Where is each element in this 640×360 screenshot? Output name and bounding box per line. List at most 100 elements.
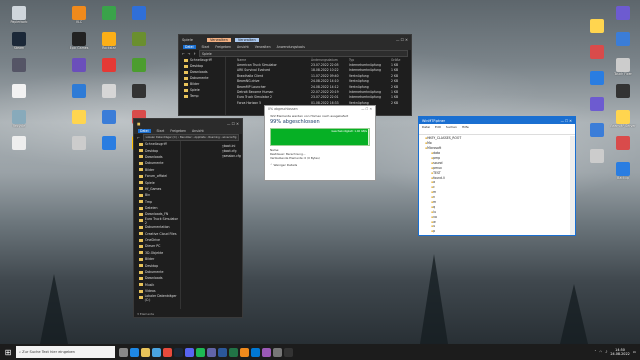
desktop-icon[interactable]	[608, 32, 638, 58]
desktop-icon[interactable]: Steam	[4, 32, 34, 58]
desktop-icon[interactable]	[64, 136, 94, 162]
desktop-icon[interactable]	[94, 6, 124, 32]
chevron-up-icon[interactable]: ˄	[595, 350, 597, 354]
menu-datei[interactable]: Datei	[422, 125, 430, 129]
word-icon[interactable]	[218, 347, 227, 357]
steam-icon[interactable]	[174, 347, 183, 357]
tab-datei[interactable]: Datei	[183, 45, 196, 49]
desktop-icon[interactable]	[124, 6, 154, 32]
terminal-icon[interactable]	[284, 347, 293, 357]
tab-ansicht[interactable]: Ansicht	[237, 45, 249, 49]
table-row[interactable]: BeamMP Launcher 24.08.2022 14:12 Verknüpfu…	[227, 84, 411, 89]
tab-laufwerkstools[interactable]: Verwalten	[255, 45, 271, 49]
table-row[interactable]: American Truck Simulator 23.07.2022 22:05…	[227, 62, 411, 67]
scrollbar[interactable]	[570, 136, 575, 235]
table-row[interactable]: ARK Survival Evolved 18.08.2022 10:22 Inte…	[227, 68, 411, 73]
desktop-icon[interactable]: Epic Games	[64, 32, 94, 58]
explorer-window-spiele[interactable]: Spiele Verwalten Verwalten — ☐ ✕ Datei S…	[178, 34, 412, 116]
desktop-icon[interactable]: Touch Fixer	[608, 58, 638, 84]
less-details-button[interactable]: ⌃ Weniger Details	[265, 161, 375, 169]
desktop-icon[interactable]	[4, 136, 34, 162]
desktop-icon[interactable]	[94, 110, 124, 136]
teams-icon[interactable]	[207, 347, 216, 357]
list-item[interactable]: ▯ session.cfg	[222, 154, 242, 159]
search-box[interactable]: ⌕ Zur Suche Text hier eingeben	[16, 346, 115, 358]
table-row[interactable]: Detroit Become Human 22.07.2022 20:19 Inte…	[227, 89, 411, 94]
forward-icon[interactable]: →	[188, 52, 191, 56]
menu-suchen[interactable]: Suchen	[446, 125, 457, 129]
desktop-icon[interactable]	[94, 84, 124, 110]
back-icon[interactable]: ←	[182, 52, 185, 56]
desktop-icon[interactable]	[124, 84, 154, 110]
tab-anwendungstools[interactable]: Anwendungstools	[277, 45, 305, 49]
desktop-icon[interactable]	[608, 84, 638, 110]
vlc-icon[interactable]	[240, 347, 249, 357]
desktop-icon[interactable]: Backup	[608, 162, 638, 188]
excel-icon[interactable]	[229, 347, 238, 357]
back-icon[interactable]: ←	[137, 136, 140, 140]
tab-start[interactable]: Start	[157, 129, 165, 133]
menu-edit[interactable]: Edit	[435, 125, 441, 129]
desktop-icon[interactable]	[64, 58, 94, 84]
desktop-icon[interactable]	[64, 84, 94, 110]
task-view-icon[interactable]	[119, 347, 128, 357]
store-icon[interactable]	[152, 347, 161, 357]
explorer-icon[interactable]	[141, 347, 150, 357]
tab-freigeben[interactable]: Freigeben	[215, 45, 231, 49]
window-controls[interactable]: — ☐ ✕	[361, 107, 372, 113]
desktop-icon[interactable]	[94, 136, 124, 162]
title-bar[interactable]: ■ — ☐ ✕	[134, 119, 242, 128]
desktop-icon[interactable]	[608, 136, 638, 162]
nav-item[interactable]: Lokaler Datenträger (C:)	[134, 294, 180, 302]
tab-verwalten[interactable]: Verwalten	[206, 37, 231, 42]
tab-freigeben[interactable]: Freigeben	[170, 129, 186, 133]
title-bar[interactable]: WinMTP.ptner — ☐ ✕	[419, 117, 575, 124]
tree-item[interactable]: ▪ p	[423, 229, 567, 233]
desktop-icon[interactable]	[124, 32, 154, 58]
copy-progress-dialog[interactable]: 0% abgeschlossen — ☐ ✕ 322 Elemente werd…	[264, 105, 376, 181]
spotify-icon[interactable]	[196, 347, 205, 357]
title-bar[interactable]: Spiele Verwalten Verwalten — ☐ ✕	[179, 35, 411, 44]
window-controls[interactable]: — ☐ ✕	[561, 119, 572, 123]
desktop-icon[interactable]	[124, 58, 154, 84]
col-size[interactable]: Größe	[391, 58, 400, 62]
desktop-icon[interactable]: Rockstar	[94, 32, 124, 58]
notification-icon[interactable]: ▭	[633, 350, 636, 354]
desktop-icon[interactable]: VLC	[64, 6, 94, 32]
address-input[interactable]: Lokaler Datenträger (C:) › Benutzer › Ap…	[142, 134, 239, 141]
desktop-icon[interactable]: BeamMP Server	[608, 110, 638, 136]
menu-hilfe[interactable]: Hilfe	[462, 125, 469, 129]
volume-icon[interactable]: ♪	[605, 350, 607, 354]
up-icon[interactable]: ↑	[193, 52, 196, 56]
tab-verwalten-2[interactable]: Verwalten	[234, 37, 259, 42]
photos-icon[interactable]	[262, 347, 271, 357]
explorer-window-wineconfig[interactable]: ■ — ☐ ✕ Datei Start Freigeben Ansicht ← …	[133, 118, 243, 318]
desktop-icon[interactable]	[4, 84, 34, 110]
desktop-icon[interactable]: Papierkorb	[4, 6, 34, 32]
desktop-icon[interactable]	[4, 58, 34, 84]
col-name[interactable]: Name	[227, 58, 311, 62]
clock[interactable]: 14:50 24.08.2022	[610, 348, 629, 356]
table-row[interactable]: Euro Truck Simulator 2 23.07.2022 22:01 In…	[227, 95, 411, 100]
tab-start[interactable]: Start	[202, 45, 210, 49]
desktop-icon[interactable]	[94, 58, 124, 84]
discord-icon[interactable]	[185, 347, 194, 357]
edge-icon[interactable]	[130, 347, 139, 357]
tree-window[interactable]: WinMTP.ptner — ☐ ✕ Datei Edit Suchen Hil…	[418, 116, 576, 236]
dialog-titlebar[interactable]: 0% abgeschlossen — ☐ ✕	[265, 106, 375, 114]
table-row[interactable]: Brawlhalla Client 11.07.2022 09:40 Verknüp…	[227, 73, 411, 78]
col-type[interactable]: Typ	[349, 58, 391, 62]
col-date[interactable]: Änderungsdatum	[311, 58, 349, 62]
desktop-icon[interactable]: Recycle	[4, 110, 34, 136]
desktop-icon[interactable]	[64, 110, 94, 136]
address-input[interactable]: Spiele	[199, 50, 408, 57]
mail-icon[interactable]	[251, 347, 260, 357]
desktop-icon[interactable]	[608, 6, 638, 32]
table-row[interactable]: BeamNG.drive 24.08.2022 14:10 Verknüpfung 2…	[227, 79, 411, 84]
tab-datei[interactable]: Datei	[138, 129, 151, 133]
chrome-icon[interactable]	[163, 347, 172, 357]
window-controls[interactable]: — ☐ ✕	[227, 122, 239, 126]
network-icon[interactable]: ◠	[599, 350, 602, 354]
tab-ansicht[interactable]: Ansicht	[192, 129, 204, 133]
window-controls[interactable]: — ☐ ✕	[396, 38, 408, 42]
